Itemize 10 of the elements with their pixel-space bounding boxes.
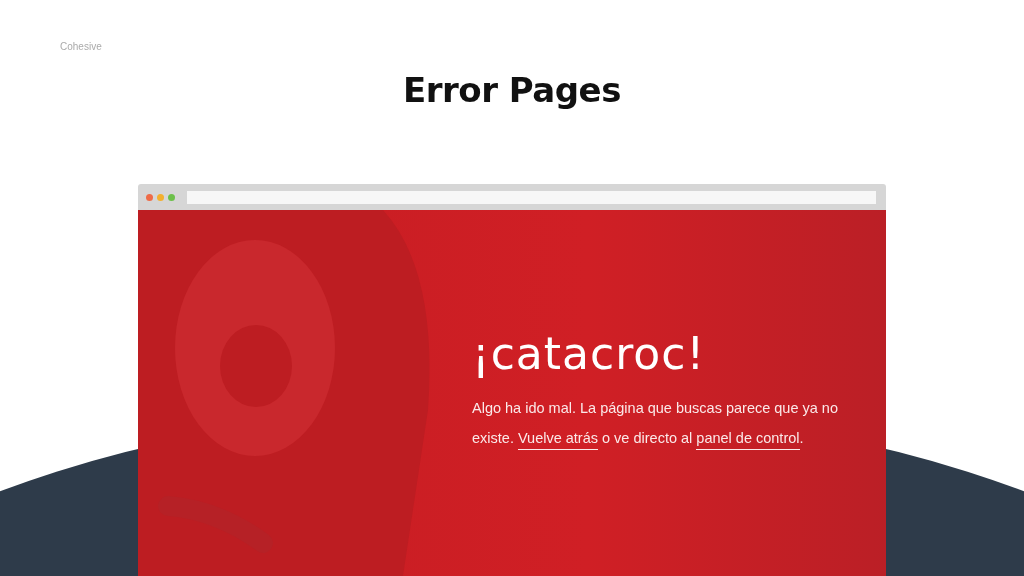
brand-label: Cohesive xyxy=(60,40,102,52)
error-message: Algo ha ido mal. La página que buscas parece que ya no existe. Vuelve atrás o ve directo al panel de control. xyxy=(472,393,862,453)
text-link[interactable]: Vuelve atrás xyxy=(517,430,598,450)
window-dot-icon[interactable] xyxy=(168,193,175,201)
address-bar[interactable] xyxy=(187,190,876,204)
slide-title: Error Pages xyxy=(403,70,621,110)
text-link[interactable]: panel de control xyxy=(696,430,800,450)
window-dot-icon[interactable] xyxy=(157,193,164,201)
error-heading: ¡catacroc! xyxy=(472,328,707,379)
window-dot-icon[interactable] xyxy=(146,193,153,201)
